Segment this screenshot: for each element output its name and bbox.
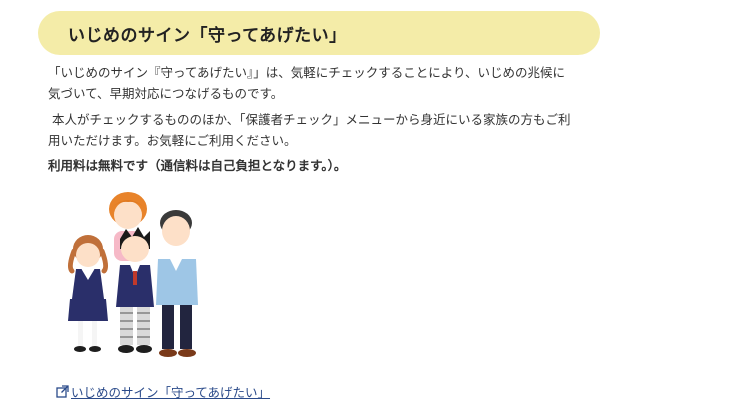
family-illustration xyxy=(67,192,198,357)
description-line: 本人がチェックするもののほか、「保護者チェック」メニューから身近にいる家族の方も… xyxy=(51,112,571,127)
page: いじめのサイン「守ってあげたい」 「いじめのサイン『守ってあげたい』」は、気軽に… xyxy=(0,0,745,418)
description-line: 用いただけます。お気軽にご利用ください。 xyxy=(48,133,297,148)
fee-note-text: 利用料は無料です（通信料は自己負担となります。）。 xyxy=(48,158,347,173)
section-heading: いじめのサイン「守ってあげたい」 xyxy=(68,25,347,46)
boy-figure xyxy=(116,227,154,353)
description-paragraph-2: 本人がチェックするもののほか、「保護者チェック」メニューから身近にいる家族の方も… xyxy=(48,109,608,151)
section-heading-bar: いじめのサイン「守ってあげたい」 xyxy=(38,11,600,55)
description-paragraph-1: 「いじめのサイン『守ってあげたい』」は、気軽にチェックすることにより、いじめの兆… xyxy=(48,62,608,104)
description-line: 気づいて、早期対応につなげるものです。 xyxy=(48,86,284,101)
external-link-label[interactable]: いじめのサイン「守ってあげたい」 xyxy=(71,382,270,401)
father-figure xyxy=(156,210,198,357)
external-link-icon xyxy=(56,385,69,398)
description-line: 「いじめのサイン『守ってあげたい』」は、気軽にチェックすることにより、いじめの兆… xyxy=(48,65,566,80)
external-link[interactable]: いじめのサイン「守ってあげたい」 xyxy=(56,382,270,401)
fee-note: 利用料は無料です（通信料は自己負担となります。）。 xyxy=(48,155,608,176)
girl-figure xyxy=(67,235,109,352)
